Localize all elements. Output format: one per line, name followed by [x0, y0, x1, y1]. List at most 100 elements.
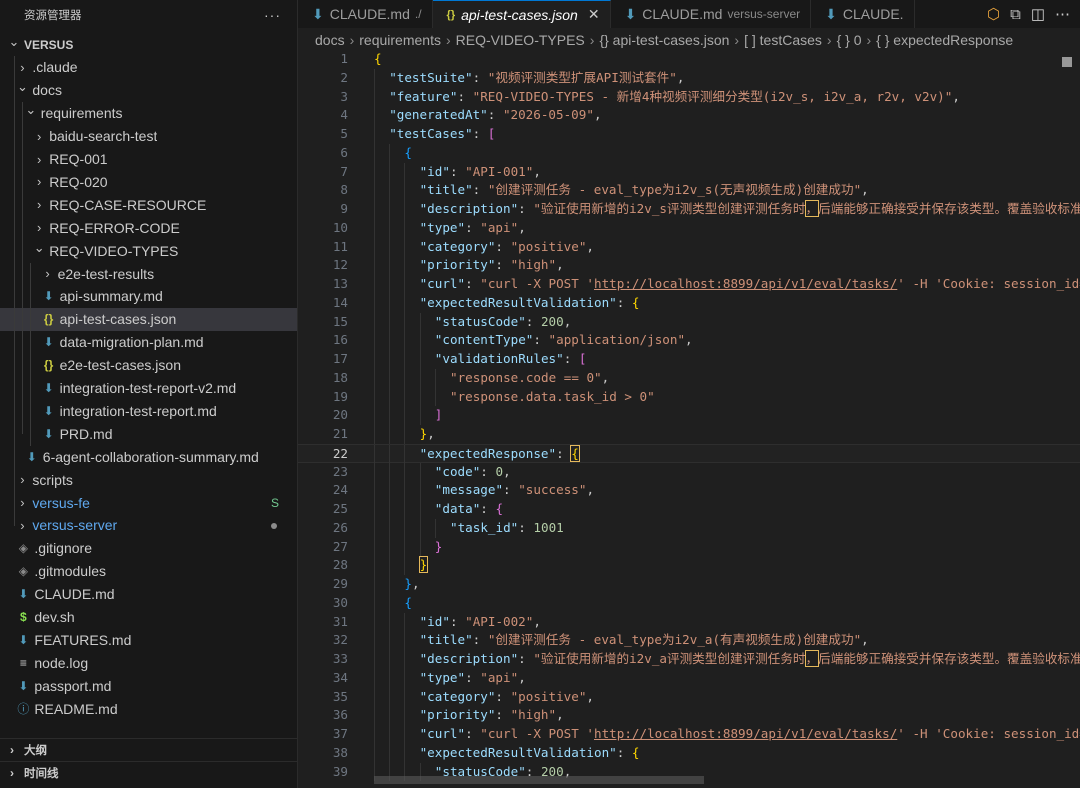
chevron-right-icon[interactable]: › [0, 743, 24, 757]
code-token: , [563, 313, 572, 329]
chevron-down-icon[interactable]: ⌄ [6, 34, 22, 50]
chevron-right-icon[interactable]: › [0, 766, 24, 780]
file-item[interactable]: ⬇ passport.md [0, 674, 297, 697]
file-item[interactable]: ◈ .gitmodules [0, 560, 297, 583]
folder-item[interactable]: › e2e-test-results [0, 262, 297, 285]
tree-item-label: versus-fe [32, 494, 90, 511]
chevron-right-icon[interactable]: › [31, 129, 47, 144]
code-text: } [418, 556, 429, 575]
breadcrumb-item[interactable]: { } expectedResponse [876, 32, 1013, 48]
breadcrumb-item[interactable]: requirements [359, 32, 441, 48]
tree-item-label: e2e-test-results [57, 265, 155, 282]
section-timeline[interactable]: › 时间线 [0, 761, 297, 783]
chevron-right-icon[interactable]: › [31, 197, 47, 212]
indent-guide [374, 368, 375, 388]
code-token: : [533, 332, 549, 348]
chevron-right-icon[interactable]: › [40, 266, 56, 281]
code-token: ] [434, 407, 443, 423]
indent-guide [389, 237, 391, 257]
chevron-down-icon[interactable]: ⌄ [14, 79, 30, 95]
tree-item-label: data-migration-plan.md [59, 334, 204, 351]
line-number: 17 [332, 351, 348, 366]
code-token: "statusCode" [434, 313, 526, 329]
horizontal-scrollbar[interactable] [374, 776, 704, 784]
file-item[interactable]: ⬇ 6-agent-collaboration-summary.md [0, 445, 297, 468]
minimap-slider[interactable] [1062, 57, 1072, 67]
folder-item[interactable]: › REQ-CASE-RESOURCE [0, 193, 297, 216]
tab-label: CLAUDE.md [329, 6, 410, 22]
code-line: 14 "expectedResultValidation": { [298, 293, 1080, 313]
code-token: "application/json" [548, 332, 686, 348]
code-token: : [518, 201, 534, 216]
file-item[interactable]: {} api-test-cases.json [0, 307, 297, 331]
code-token: "验证使用新增的i2v_a评测类型创建评测任务时 [533, 651, 806, 666]
file-item[interactable]: $ dev.sh [0, 606, 297, 629]
chevron-right-icon[interactable]: › [31, 220, 47, 235]
file-item[interactable]: ⬇ FEATURES.md [0, 628, 297, 651]
chevron-right-icon[interactable]: › [14, 60, 30, 75]
file-item[interactable]: {} e2e-test-cases.json [0, 354, 297, 377]
file-item[interactable]: ⓘ README.md [0, 697, 297, 720]
markdown-file-icon: ⬇ [43, 403, 54, 418]
folder-item[interactable]: › scripts [0, 468, 297, 491]
chevron-right-icon[interactable]: › [14, 518, 30, 533]
breadcrumb-item[interactable]: [ ] testCases [744, 32, 822, 48]
file-item[interactable]: ◈ .gitignore [0, 537, 297, 560]
breadcrumb-item[interactable]: docs [315, 32, 345, 48]
chevron-right-icon[interactable]: › [31, 174, 47, 189]
split-editor-icon[interactable]: ◫ [1031, 5, 1045, 23]
editor-tab[interactable]: ⬇ CLAUDE.md versus-server [611, 0, 812, 28]
chevron-right-icon[interactable]: › [14, 472, 30, 487]
code-token: , [411, 576, 420, 591]
editor-tab[interactable]: {} api-test-cases.json ✕ [432, 0, 611, 28]
file-item[interactable]: ⬇ PRD.md [0, 422, 297, 445]
indent-guide [419, 312, 421, 332]
chevron-right-icon[interactable]: › [14, 495, 30, 510]
chevron-down-icon[interactable]: ⌄ [23, 102, 39, 118]
breadcrumb-item[interactable]: {} api-test-cases.json [599, 32, 729, 48]
folder-item[interactable]: › versus-fe S [0, 491, 297, 514]
code-token: : [495, 688, 511, 704]
folder-item[interactable]: › REQ-020 [0, 170, 297, 193]
breadcrumb-item[interactable]: REQ-VIDEO-TYPES [456, 32, 585, 48]
editor-tab[interactable]: ⬇ CLAUDE. [811, 0, 915, 28]
folder-item[interactable]: › baidu-search-test [0, 125, 297, 148]
compare-changes-icon[interactable]: ⧉ [1010, 6, 1021, 23]
close-icon[interactable]: ✕ [588, 6, 600, 23]
file-item[interactable]: ⬇ integration-test-report.md [0, 399, 297, 422]
indent-guide [389, 537, 391, 557]
tree-item-label: FEATURES.md [34, 631, 132, 648]
folder-item[interactable]: › versus-server [0, 514, 297, 537]
folder-item[interactable]: ⌄ docs [0, 79, 297, 102]
chevron-right-icon[interactable]: › [31, 152, 47, 167]
line-number: 9 [340, 201, 348, 216]
folder-item[interactable]: ⌄ REQ-VIDEO-TYPES [0, 239, 297, 262]
code-token: "generatedAt" [389, 107, 488, 123]
file-item[interactable]: ⬇ data-migration-plan.md [0, 331, 297, 354]
file-item[interactable]: ≡ node.log [0, 651, 297, 674]
editor-tab[interactable]: ⬇ CLAUDE.md ./ [298, 0, 433, 28]
section-outline[interactable]: › 大纲 [0, 738, 297, 760]
folder-item[interactable]: ⌄ VERSUS [0, 33, 297, 56]
more-actions-icon[interactable]: ··· [264, 7, 281, 23]
extension-cube-icon[interactable]: ⬡ [987, 5, 1000, 23]
file-item[interactable]: ⬇ integration-test-report-v2.md [0, 377, 297, 400]
code-view[interactable]: 1{2 "testSuite": "视频评测类型扩展API测试套件", 3 "feat… [298, 50, 1080, 788]
file-item[interactable]: ⬇ CLAUDE.md [0, 583, 297, 606]
folder-item[interactable]: › REQ-ERROR-CODE [0, 216, 297, 239]
code-token: "视频评测类型扩展API测试套件" [487, 69, 677, 85]
indent-guide [404, 368, 406, 388]
chevron-down-icon[interactable]: ⌄ [31, 240, 47, 256]
code-line: 26 "task_id": 1001 [298, 518, 1080, 538]
indent-guide [389, 462, 391, 482]
more-actions-icon[interactable]: ⋯ [1055, 5, 1070, 23]
file-item[interactable]: ⬇ api-summary.md [0, 285, 297, 308]
code-token: [ [578, 351, 587, 366]
folder-item[interactable]: › REQ-001 [0, 148, 297, 171]
code-token: , [556, 257, 564, 273]
indent-guide [404, 331, 406, 350]
folder-item[interactable]: ⌄ requirements [0, 102, 297, 125]
code-line: 22 "expectedResponse": { [298, 443, 1080, 464]
folder-item[interactable]: › .claude [0, 56, 297, 79]
breadcrumb-item[interactable]: { } 0 [837, 32, 862, 48]
